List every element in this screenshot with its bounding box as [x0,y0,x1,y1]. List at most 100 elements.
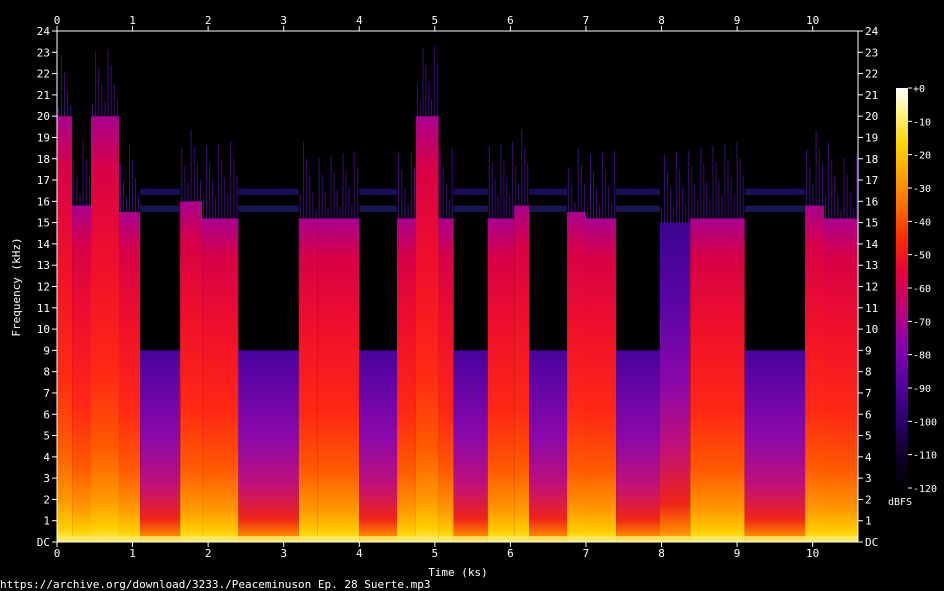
y-tick-label: 20 [37,110,50,123]
x-tick-label: 2 [205,547,212,560]
y-tick-label: 14 [865,238,879,251]
y-tick-label: 15 [865,217,878,230]
hf-band [453,205,488,212]
y-tick-label: 3 [865,472,872,485]
y-tick-label: 21 [865,89,878,102]
y-tick-label: 23 [37,46,50,59]
y-tick-label: 14 [37,238,51,251]
x-axis-bottom: 0 1 2 3 4 5 6 7 8 9 10 [54,542,819,560]
colorbar-tick-label: -60 [913,284,931,295]
hf-band [744,205,806,212]
spectrogram-segment [180,201,203,543]
x-tick-label: 3 [280,14,287,27]
spectrogram-segment [585,218,617,542]
y-tick-label: 15 [37,217,50,230]
y-tick-label: 16 [865,195,878,208]
low-frequency-band [72,536,92,542]
spectrogram-segment [823,218,858,542]
y-tick-label: 9 [865,344,872,357]
y-tick-label: 19 [865,131,878,144]
y-tick-label: 23 [865,46,878,59]
x-tick-label: 5 [432,547,439,560]
x-tick-label: 8 [658,547,665,560]
low-frequency-band [180,536,203,542]
spectrogram-segment [744,350,806,542]
spectrogram-segment [438,218,454,542]
spectrogram-segment [487,218,515,542]
x-tick-label: 5 [432,14,439,27]
x-tick-label: 6 [507,14,514,27]
source-url: https://archive.org/download/3233./Peace… [0,578,430,591]
y-tick-label: 9 [43,344,50,357]
low-frequency-band [202,536,239,542]
x-axis-label: Time (ks) [428,566,488,579]
y-tick-label: 22 [865,68,878,81]
colorbar-gradient [896,88,908,488]
x-tick-label: 6 [507,547,514,560]
x-tick-label: 10 [806,547,819,560]
y-tick-label: 2 [865,493,872,506]
y-axis-label: Frequency (kHz) [10,237,23,336]
low-frequency-band [415,536,439,542]
plot-area [57,31,858,543]
x-tick-label: 7 [583,14,590,27]
low-frequency-band [57,536,73,542]
y-tick-label: 10 [37,323,50,336]
y-tick-label: 17 [865,174,878,187]
spectrogram-segment [91,116,119,543]
low-frequency-band [487,536,515,542]
hf-band [140,188,181,195]
spectrogram-segment [415,116,439,543]
spectrogram-segment [202,218,239,542]
y-tick-label: 7 [865,387,872,400]
y-tick-label: 13 [37,259,50,272]
low-frequency-band [453,536,488,542]
y-tick-label: 22 [37,68,50,81]
x-tick-label: 10 [806,14,819,27]
x-tick-label: 1 [129,547,136,560]
y-tick-label: 12 [865,281,878,294]
spectrogram-segment [72,205,92,542]
colorbar-tick-label: -100 [913,417,937,428]
colorbar-tick-label: -110 [913,451,937,462]
y-tick-label: 18 [37,153,50,166]
x-tick-label: 9 [734,547,741,560]
y-tick-label: 4 [865,451,872,464]
spectrogram-segment [397,218,416,542]
low-frequency-band [567,536,586,542]
low-frequency-band [118,536,141,542]
y-tick-label: 16 [37,195,50,208]
hf-band [616,188,661,195]
y-axis-left: DC12345678910111213141516171819202122232… [37,25,57,549]
hf-band [529,188,568,195]
y-tick-label: 19 [37,131,50,144]
hf-band [453,188,488,195]
low-frequency-band [514,536,530,542]
colorbar-ticks: +0 -10 -20 -30 -40 -50 -60 -70 -80 -90 -100 -110 -12… [908,84,937,495]
x-tick-label: 1 [129,14,136,27]
y-tick-label: 7 [43,387,50,400]
spectrogram-segment [616,350,661,542]
colorbar-tick-label: -30 [913,184,931,195]
y-tick-label: 3 [43,472,50,485]
y-tick-label: 11 [865,302,878,315]
colorbar-tick-label: -70 [913,317,931,328]
spectrogram-segment [238,350,299,542]
spectrogram-segment [359,350,398,542]
y-tick-label: 4 [43,451,50,464]
hf-band [238,205,299,212]
colorbar-tick-label: +0 [913,84,925,95]
low-frequency-band [529,536,568,542]
colorbar-tick-label: -90 [913,384,931,395]
hf-band [616,205,661,212]
x-tick-label: 0 [54,14,61,27]
y-tick-label: 8 [865,366,872,379]
y-tick-label: 2 [43,493,50,506]
y-tick-label: 17 [37,174,50,187]
hf-band [529,205,568,212]
spectrogram-segment [118,211,141,542]
x-tick-label: 3 [280,547,287,560]
y-tick-label: 10 [865,323,878,336]
y-tick-label: 20 [865,110,878,123]
low-frequency-band [397,536,416,542]
